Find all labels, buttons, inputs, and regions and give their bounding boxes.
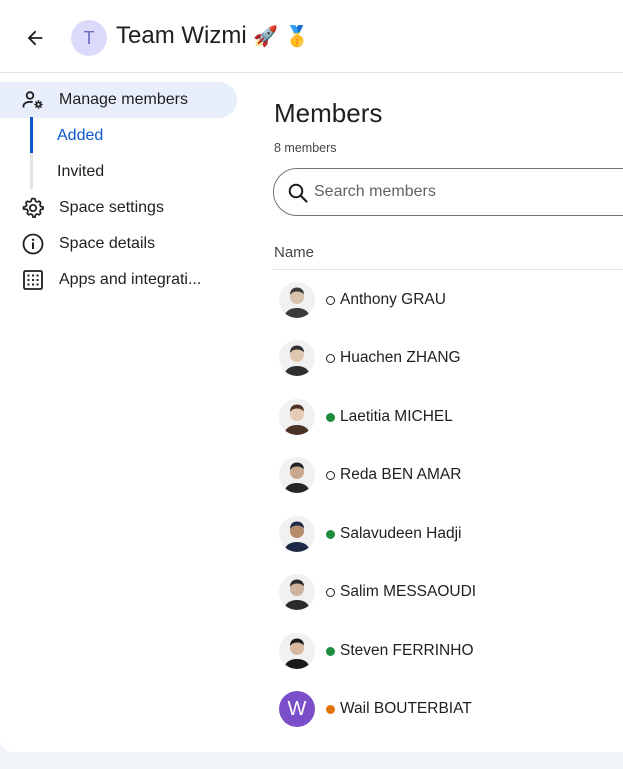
presence-offline-icon bbox=[326, 588, 335, 597]
arrow-back-icon bbox=[27, 30, 43, 46]
member-count: 8 members bbox=[274, 141, 337, 155]
avatar-photo bbox=[279, 516, 315, 552]
member-row[interactable]: Salim MESSAOUDI bbox=[273, 567, 623, 617]
avatar-photo bbox=[279, 399, 315, 435]
sidebar-item-space-settings[interactable]: Space settings bbox=[0, 190, 237, 226]
member-row[interactable]: W Wail BOUTERBIAT bbox=[273, 684, 623, 734]
avatar-photo bbox=[279, 457, 315, 493]
manage-accounts-icon bbox=[20, 87, 46, 113]
member-name: Anthony GRAU bbox=[340, 291, 446, 308]
sidebar-subitem-invited[interactable]: Invited bbox=[57, 163, 104, 181]
avatar-photo bbox=[279, 633, 315, 669]
space-name: Team Wizmi bbox=[116, 22, 247, 49]
member-name: Steven FERRINHO bbox=[340, 642, 474, 659]
presence-online-icon bbox=[326, 647, 335, 656]
search-input[interactable] bbox=[314, 179, 614, 205]
column-header-name[interactable]: Name bbox=[274, 244, 314, 261]
presence-offline-icon bbox=[326, 471, 335, 480]
header: T Team Wizmi 🚀 🥇 bbox=[0, 0, 623, 73]
member-name: Salavudeen Hadji bbox=[340, 525, 462, 542]
member-row[interactable]: Salavudeen Hadji bbox=[273, 509, 623, 559]
sidebar-item-label: Space settings bbox=[59, 199, 164, 216]
member-name: Wail BOUTERBIAT bbox=[340, 700, 472, 717]
sub-nav-active-indicator bbox=[30, 117, 33, 153]
presence-offline-icon bbox=[326, 354, 335, 363]
member-name: Huachen ZHANG bbox=[340, 349, 461, 366]
sidebar-item-space-details[interactable]: Space details bbox=[0, 226, 237, 262]
member-row[interactable]: Steven FERRINHO bbox=[273, 626, 623, 676]
member-row[interactable]: Huachen ZHANG bbox=[273, 333, 623, 383]
presence-offline-icon bbox=[326, 296, 335, 305]
back-button[interactable] bbox=[22, 25, 48, 51]
info-icon bbox=[20, 231, 46, 257]
search-box[interactable] bbox=[273, 168, 623, 216]
sidebar-item-label: Manage members bbox=[59, 91, 188, 108]
avatar-photo bbox=[279, 340, 315, 376]
sidebar-item-manage-members[interactable]: Manage members bbox=[0, 82, 237, 118]
search-icon bbox=[288, 183, 308, 203]
presence-online-icon bbox=[326, 413, 335, 422]
member-row[interactable]: Laetitia MICHEL bbox=[273, 392, 623, 442]
divider bbox=[273, 269, 623, 270]
member-name: Laetitia MICHEL bbox=[340, 408, 453, 425]
member-row[interactable]: Anthony GRAU bbox=[273, 275, 623, 325]
presence-online-icon bbox=[326, 530, 335, 539]
members-panel: T Team Wizmi 🚀 🥇 Manage members Added In… bbox=[0, 0, 623, 752]
member-name: Reda BEN AMAR bbox=[340, 466, 462, 483]
sidebar-item-apps[interactable]: Apps and integrati... bbox=[0, 262, 237, 298]
sidebar-item-label: Apps and integrati... bbox=[59, 271, 202, 288]
apps-grid-icon bbox=[20, 267, 46, 293]
avatar: W bbox=[279, 691, 315, 727]
medal-emoji: 🥇 bbox=[284, 24, 310, 48]
page-title: Members bbox=[274, 98, 383, 128]
member-row[interactable]: Reda BEN AMAR bbox=[273, 450, 623, 500]
space-title: Team Wizmi 🚀 🥇 bbox=[116, 22, 310, 50]
avatar-photo bbox=[279, 574, 315, 610]
gear-icon bbox=[20, 195, 46, 221]
avatar-photo bbox=[279, 282, 315, 318]
sidebar-subitem-added[interactable]: Added bbox=[57, 127, 103, 145]
sidebar-item-label: Space details bbox=[59, 235, 156, 252]
rocket-emoji: 🚀 bbox=[253, 24, 279, 48]
presence-away-icon bbox=[326, 705, 335, 714]
member-name: Salim MESSAOUDI bbox=[340, 583, 477, 600]
space-avatar: T bbox=[71, 20, 107, 56]
